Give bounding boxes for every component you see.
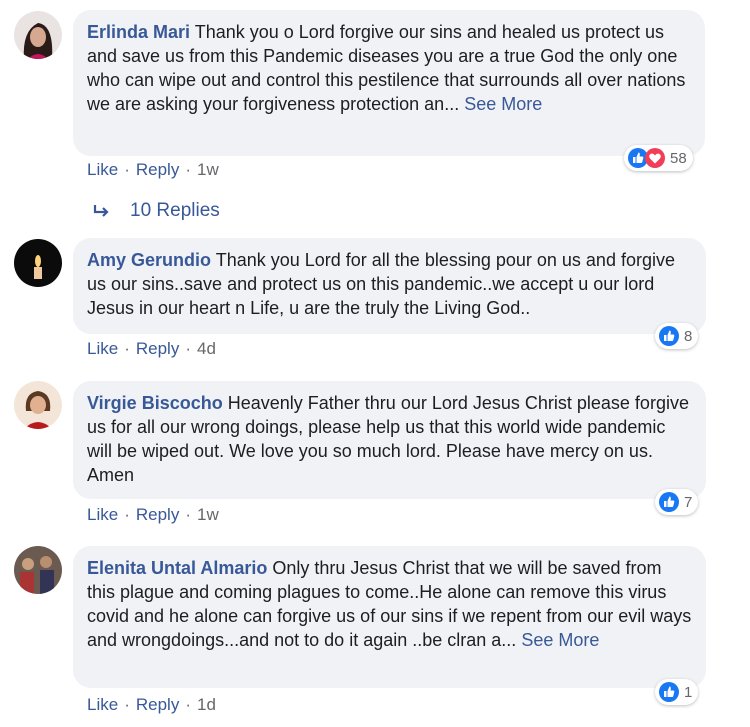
- see-more-link[interactable]: See More: [464, 94, 542, 114]
- avatar[interactable]: [14, 546, 62, 594]
- comment-timestamp[interactable]: 1d: [197, 695, 216, 714]
- avatar[interactable]: [14, 239, 62, 287]
- like-icon: [659, 682, 679, 702]
- comment-actions: Like · Reply · 1w: [87, 160, 219, 179]
- replies-count-label: 10 Replies: [130, 200, 220, 221]
- like-button[interactable]: Like: [87, 505, 118, 524]
- comment-timestamp[interactable]: 4d: [197, 339, 216, 358]
- reply-button[interactable]: Reply: [136, 695, 179, 714]
- comment-timestamp[interactable]: 1w: [197, 160, 219, 179]
- reaction-summary[interactable]: 7: [655, 489, 699, 515]
- comment-author[interactable]: Amy Gerundio: [87, 250, 211, 270]
- see-more-link[interactable]: See More: [521, 630, 599, 650]
- view-replies-link[interactable]: 10 Replies: [92, 200, 220, 222]
- reaction-count: 1: [684, 683, 693, 701]
- reaction-count: 7: [684, 493, 693, 511]
- reaction-summary[interactable]: 1: [655, 679, 699, 705]
- reply-button[interactable]: Reply: [136, 505, 179, 524]
- reply-arrow-icon: [93, 205, 109, 217]
- comment-author[interactable]: Virgie Biscocho: [87, 393, 223, 413]
- comment-bubble: Elenita Untal Almario Only thru Jesus Ch…: [73, 546, 706, 688]
- comment-actions: Like · Reply · 4d: [87, 339, 216, 358]
- avatar[interactable]: [14, 381, 62, 429]
- comment-author[interactable]: Elenita Untal Almario: [87, 558, 267, 578]
- reply-button[interactable]: Reply: [136, 160, 179, 179]
- love-icon: [645, 148, 665, 168]
- reaction-count: 58: [670, 149, 687, 167]
- comment-bubble: Amy Gerundio Thank you Lord for all the …: [73, 238, 706, 334]
- like-button[interactable]: Like: [87, 160, 118, 179]
- comment-bubble: Erlinda Mari Thank you o Lord forgive ou…: [73, 10, 705, 156]
- comment-bubble: Virgie Biscocho Heavenly Father thru our…: [73, 381, 706, 499]
- like-icon: [659, 326, 679, 346]
- reply-button[interactable]: Reply: [136, 339, 179, 358]
- like-button[interactable]: Like: [87, 695, 118, 714]
- comment-timestamp[interactable]: 1w: [197, 505, 219, 524]
- reaction-count: 8: [684, 327, 693, 345]
- like-icon: [659, 492, 679, 512]
- like-button[interactable]: Like: [87, 339, 118, 358]
- comment-actions: Like · Reply · 1d: [87, 695, 216, 714]
- reaction-summary[interactable]: 8: [655, 323, 699, 349]
- comment-actions: Like · Reply · 1w: [87, 505, 219, 524]
- reaction-summary[interactable]: 58: [624, 145, 693, 171]
- comment-author[interactable]: Erlinda Mari: [87, 22, 190, 42]
- avatar[interactable]: [14, 11, 62, 59]
